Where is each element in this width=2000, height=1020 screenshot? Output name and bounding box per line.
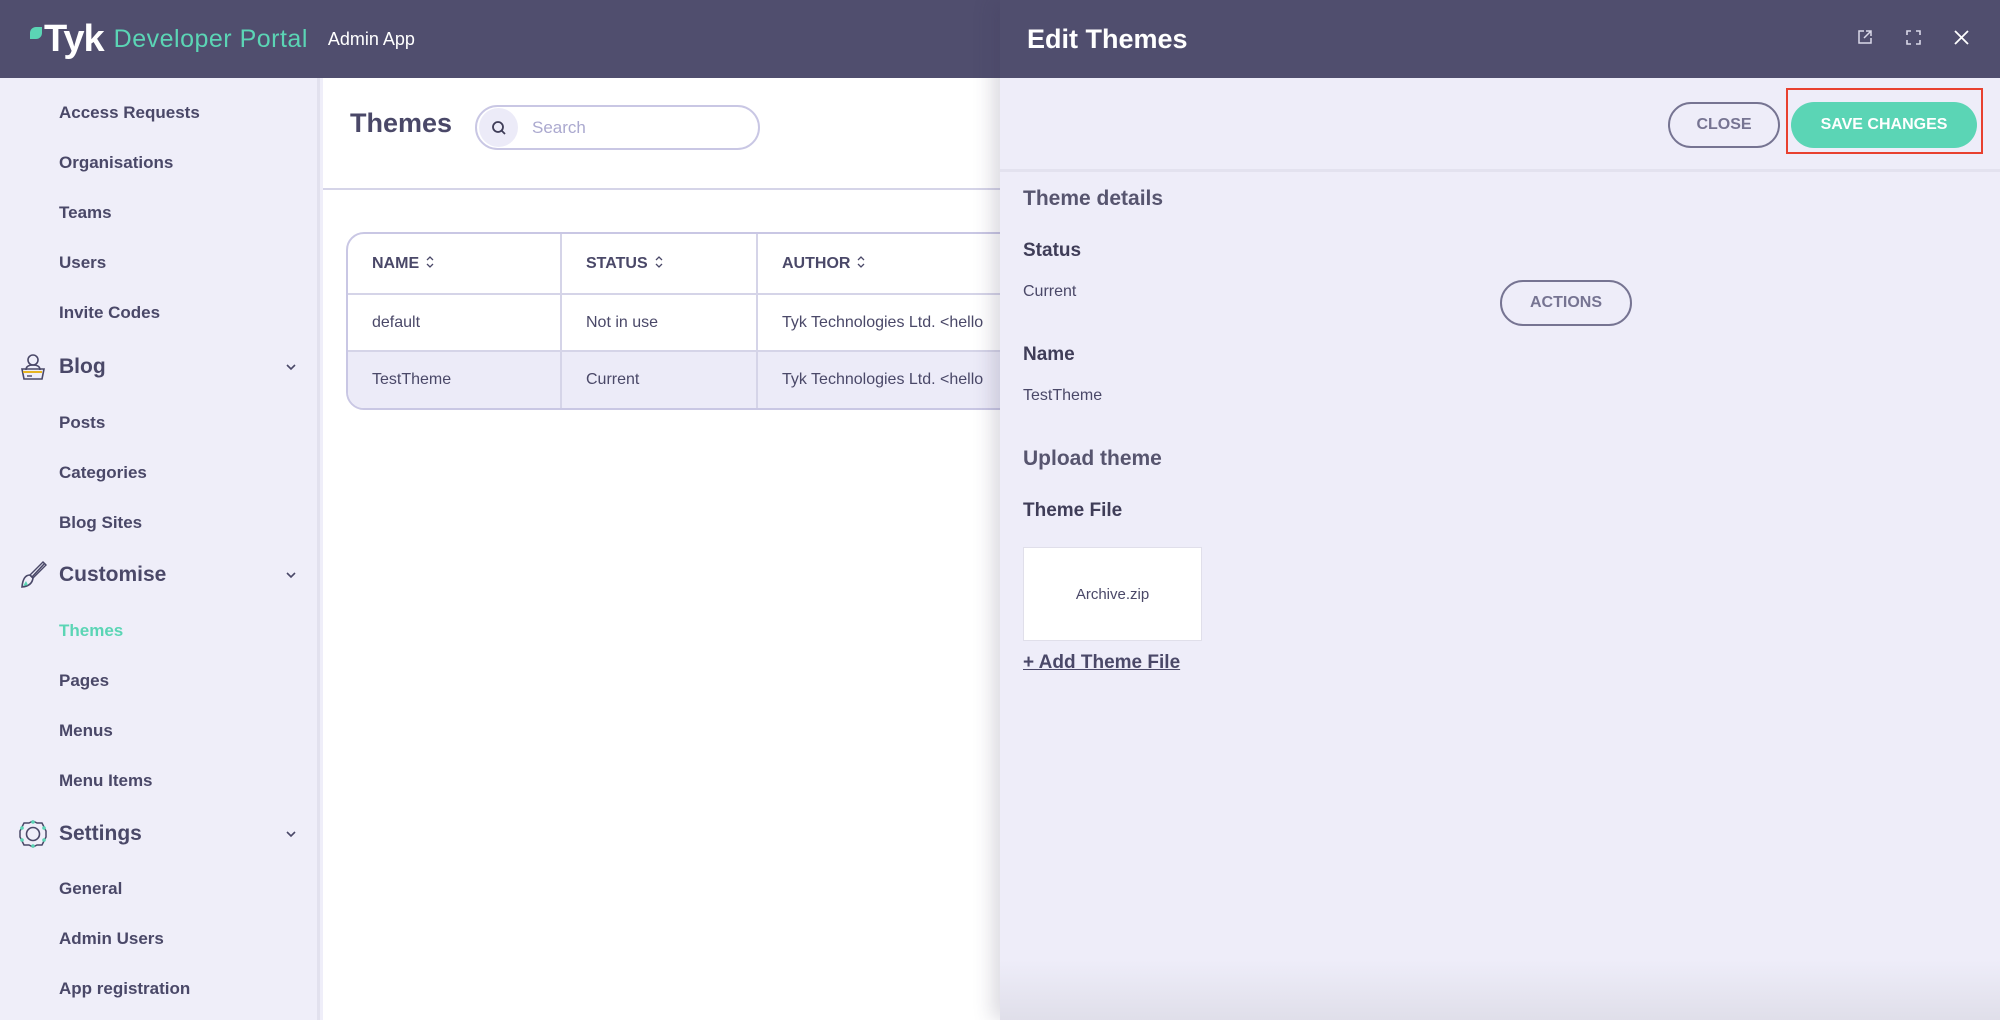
theme-file-label: Theme File <box>1023 500 1123 521</box>
sidebar-item-access-requests[interactable]: Access Requests <box>59 103 200 123</box>
chevron-down-icon[interactable] <box>284 568 298 582</box>
top-bar: Tyk Developer Portal Admin App <box>0 0 1000 78</box>
tyk-logo[interactable]: Tyk Developer Portal <box>30 20 308 58</box>
cell-name: default <box>348 294 562 352</box>
name-label: Name <box>1023 344 1075 365</box>
expand-icon[interactable] <box>1902 26 1924 48</box>
sidebar-group-label: Blog <box>59 355 106 378</box>
cell-status: Current <box>561 351 758 408</box>
logo-text: Tyk <box>44 18 105 60</box>
paintbrush-icon <box>21 561 47 588</box>
search-icon[interactable] <box>479 108 518 147</box>
sidebar-item-menus[interactable]: Menus <box>59 721 113 741</box>
cell-status: Not in use <box>561 294 758 352</box>
sidebar-group-settings[interactable]: Settings <box>18 819 298 849</box>
name-value: TestTheme <box>1023 387 1103 404</box>
drawer-title: Edit Themes <box>1027 23 1188 54</box>
file-name: Archive.zip <box>1075 585 1150 603</box>
theme-details-heading: Theme details <box>1023 187 1164 210</box>
sidebar-item-admin-users[interactable]: Admin Users <box>59 929 164 949</box>
sidebar-item-users[interactable]: Users <box>59 253 106 273</box>
sort-icon[interactable] <box>654 255 664 269</box>
close-icon[interactable] <box>1950 26 1972 48</box>
actions-button[interactable]: ACTIONS <box>1500 280 1632 326</box>
drawer-footer-shadow <box>1000 960 2000 1020</box>
blog-icon <box>21 354 45 380</box>
drawer-header: Edit Themes <box>1000 0 2000 78</box>
sidebar-group-blog[interactable]: Blog <box>18 352 298 382</box>
chevron-down-icon[interactable] <box>284 827 298 841</box>
search-box[interactable] <box>475 105 760 150</box>
sidebar-item-menu-items[interactable]: Menu Items <box>59 771 153 791</box>
sort-icon[interactable] <box>425 255 435 269</box>
status-value: Current <box>1023 283 1077 300</box>
cell-name: TestTheme <box>348 351 562 408</box>
table-header-row: NAME STATUS AUTHOR <box>348 234 1044 295</box>
save-changes-button[interactable]: SAVE CHANGES <box>1791 102 1977 148</box>
gear-icon <box>19 820 47 848</box>
sidebar-item-categories[interactable]: Categories <box>59 463 147 483</box>
column-header-name[interactable]: NAME <box>348 234 562 295</box>
sidebar-item-posts[interactable]: Posts <box>59 413 105 433</box>
column-header-status[interactable]: STATUS <box>561 234 758 295</box>
add-theme-file-link[interactable]: + Add Theme File <box>1023 652 1180 674</box>
table-row[interactable]: default Not in use Tyk Technologies Ltd.… <box>348 294 1044 352</box>
sidebar-item-blog-sites[interactable]: Blog Sites <box>59 513 142 533</box>
page-title: Themes <box>350 108 453 138</box>
sort-icon[interactable] <box>856 255 866 269</box>
sidebar-group-customise[interactable]: Customise <box>18 560 298 590</box>
upload-theme-heading: Upload theme <box>1023 447 1162 470</box>
sidebar-item-invite-codes[interactable]: Invite Codes <box>59 303 160 323</box>
drawer-controls <box>1854 26 1972 48</box>
leaf-icon <box>30 27 42 39</box>
sidebar-item-teams[interactable]: Teams <box>59 203 112 223</box>
main-content: Themes NAME STATUS AUTHOR default Not in… <box>323 78 1046 1020</box>
sidebar-item-general[interactable]: General <box>59 879 122 899</box>
logo-subtitle: Developer Portal <box>113 24 308 53</box>
app-name: Admin App <box>327 28 415 49</box>
sidebar-group-label: Customise <box>59 563 167 586</box>
sidebar-item-app-registration[interactable]: App registration <box>59 979 190 999</box>
drawer-action-bar: CLOSE SAVE CHANGES <box>1000 78 2000 172</box>
page-header: Themes <box>323 78 1000 190</box>
sidebar-group-label: Settings <box>59 822 142 845</box>
sidebar-item-organisations[interactable]: Organisations <box>59 153 173 173</box>
chevron-down-icon[interactable] <box>284 360 298 374</box>
theme-file-card[interactable]: Archive.zip <box>1023 547 1202 641</box>
status-label: Status <box>1023 240 1082 261</box>
sidebar-item-pages[interactable]: Pages <box>59 671 109 691</box>
themes-table: NAME STATUS AUTHOR default Not in use Ty… <box>346 232 1046 410</box>
close-button[interactable]: CLOSE <box>1668 102 1780 148</box>
sidebar-item-themes[interactable]: Themes <box>59 621 123 641</box>
open-external-icon[interactable] <box>1854 26 1876 48</box>
sidebar: Access Requests Organisations Teams User… <box>0 78 320 1020</box>
table-row[interactable]: TestTheme Current Tyk Technologies Ltd. … <box>348 351 1044 408</box>
edit-themes-drawer: Edit Themes CLOSE SAVE CHANGES Theme det… <box>1000 0 2000 1020</box>
search-input[interactable] <box>532 117 732 138</box>
